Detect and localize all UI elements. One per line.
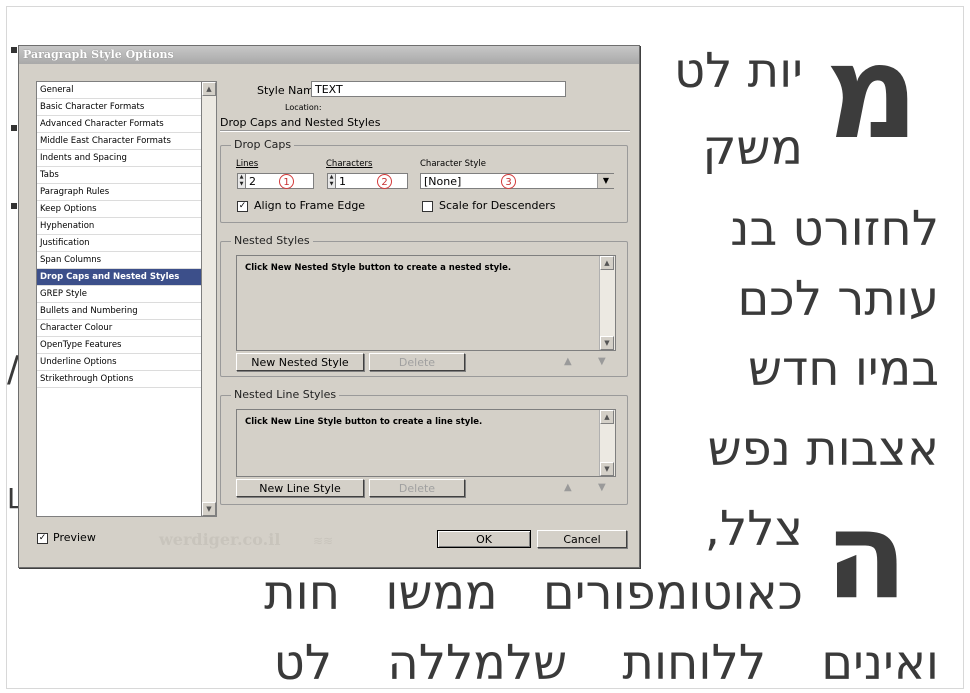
nested-styles-pane: Click New Nested Style button to create …: [236, 255, 616, 351]
marker-2: 2: [377, 174, 392, 189]
delete-line-style-button[interactable]: Delete: [369, 479, 465, 497]
scroll-up-icon[interactable]: ▲: [202, 82, 216, 96]
category-item-paragraph-rules[interactable]: Paragraph Rules: [37, 184, 202, 201]
new-line-style-button[interactable]: New Line Style: [236, 479, 364, 497]
nested-styles-group: Nested Styles Click New Nested Style but…: [220, 234, 628, 377]
scroll-down-icon[interactable]: ▼: [202, 502, 216, 516]
new-nested-style-button[interactable]: New Nested Style: [236, 353, 364, 371]
paragraph-style-options-dialog: Paragraph Style Options General Basic Ch…: [18, 45, 640, 568]
category-item-indents-and-spacing[interactable]: Indents and Spacing: [37, 150, 202, 167]
category-item-justification[interactable]: Justification: [37, 235, 202, 252]
category-item-middle-east-character-formats[interactable]: Middle East Character Formats: [37, 133, 202, 150]
align-to-frame-edge-checkbox[interactable]: ✓: [237, 201, 248, 212]
category-item-strikethrough-options[interactable]: Strikethrough Options: [37, 371, 202, 388]
character-style-label: Character Style: [420, 159, 487, 169]
category-item-character-colour[interactable]: Character Colour: [37, 320, 202, 337]
category-item-opentype-features[interactable]: OpenType Features: [37, 337, 202, 354]
text-fragment-mark: [11, 203, 17, 209]
dialog-title-bar[interactable]: Paragraph Style Options: [19, 46, 639, 64]
scroll-up-icon[interactable]: ▲: [600, 410, 614, 424]
delete-nested-style-button[interactable]: Delete: [369, 353, 465, 371]
text-fragment-mark: [11, 125, 17, 131]
text-line-8: כאוטומפורים ממשו חות: [264, 565, 803, 621]
drop-cap-letter-2: ה: [825, 487, 908, 626]
marker-1: 1: [279, 174, 294, 189]
dropdown-arrow-icon[interactable]: ▼: [597, 174, 614, 188]
nested-line-styles-group-title: Nested Line Styles: [231, 388, 340, 401]
nested-styles-hint: Click New Nested Style button to create …: [245, 263, 512, 273]
character-style-select[interactable]: [None]: [420, 173, 614, 189]
nested-line-styles-pane: Click New Line Style button to create a …: [236, 409, 616, 477]
category-item-basic-character-formats[interactable]: Basic Character Formats: [37, 99, 202, 116]
scroll-up-icon[interactable]: ▲: [600, 256, 614, 270]
drop-caps-group-title: Drop Caps: [231, 138, 295, 151]
text-line-3: לחזורט בנ: [730, 201, 939, 257]
preview-label: Preview: [53, 531, 96, 544]
nested-styles-scrollbar[interactable]: ▲ ▼: [599, 256, 615, 350]
move-down-icon[interactable]: ▼: [598, 356, 606, 367]
category-list: General Basic Character Formats Advanced…: [36, 81, 202, 517]
marker-3: 3: [501, 174, 516, 189]
drop-cap-letter-1: מ: [825, 16, 920, 168]
category-item-keep-options[interactable]: Keep Options: [37, 201, 202, 218]
ok-button[interactable]: OK: [437, 530, 531, 548]
nested-line-styles-scrollbar[interactable]: ▲ ▼: [599, 410, 615, 476]
watermark-waves-icon: ≋≋: [313, 534, 334, 548]
characters-input[interactable]: 1: [336, 173, 408, 189]
category-item-drop-caps-and-nested-styles[interactable]: Drop Caps and Nested Styles: [37, 269, 202, 286]
text-line-7: צלל,: [704, 501, 803, 557]
text-line-1: יות לט: [673, 43, 803, 99]
section-divider: [220, 130, 630, 132]
category-item-advanced-character-formats[interactable]: Advanced Character Formats: [37, 116, 202, 133]
characters-label: Characters: [326, 159, 373, 169]
scroll-down-icon[interactable]: ▼: [600, 336, 614, 350]
move-up-icon[interactable]: ▲: [564, 482, 572, 493]
category-item-underline-options[interactable]: Underline Options: [37, 354, 202, 371]
cancel-button[interactable]: Cancel: [537, 530, 627, 548]
lines-stepper[interactable]: ▲ ▼: [237, 173, 246, 189]
nested-line-styles-hint: Click New Line Style button to create a …: [245, 417, 483, 427]
text-line-4: עותר לכם: [737, 271, 939, 327]
category-item-span-columns[interactable]: Span Columns: [37, 252, 202, 269]
text-line-9: ואינים ללוחות שלמללה לט: [273, 635, 939, 689]
category-list-scrollbar[interactable]: ▲ ▼: [201, 81, 217, 517]
drop-caps-group: Drop Caps Lines ▲ ▼ 2 1 Characters ▲ ▼ 1 2…: [220, 138, 628, 223]
category-item-grep-style[interactable]: GREP Style: [37, 286, 202, 303]
text-line-2: משק: [702, 120, 803, 176]
category-item-general[interactable]: General: [37, 82, 202, 99]
preview-checkbox[interactable]: ✓: [37, 533, 48, 544]
section-title: Drop Caps and Nested Styles: [220, 116, 381, 129]
nested-line-styles-group: Nested Line Styles Click New Line Style …: [220, 388, 628, 505]
lines-label: Lines: [236, 159, 259, 169]
watermark-text: werdiger.co.il: [159, 530, 281, 549]
align-to-frame-edge-label: Align to Frame Edge: [254, 199, 366, 212]
style-name-input[interactable]: TEXT: [311, 81, 566, 97]
category-item-hyphenation[interactable]: Hyphenation: [37, 218, 202, 235]
location-label: Location:: [285, 103, 322, 112]
text-line-6: אצבות נפש: [707, 421, 939, 477]
characters-stepper[interactable]: ▲ ▼: [327, 173, 336, 189]
scale-for-descenders-label: Scale for Descenders: [439, 199, 556, 212]
category-item-bullets-and-numbering[interactable]: Bullets and Numbering: [37, 303, 202, 320]
scale-for-descenders-checkbox[interactable]: [422, 201, 433, 212]
category-item-tabs[interactable]: Tabs: [37, 167, 202, 184]
nested-styles-group-title: Nested Styles: [231, 234, 313, 247]
move-down-icon[interactable]: ▼: [598, 482, 606, 493]
move-up-icon[interactable]: ▲: [564, 356, 572, 367]
text-fragment-mark: [11, 47, 17, 53]
scroll-down-icon[interactable]: ▼: [600, 462, 614, 476]
text-line-5: במיו חדש: [748, 341, 939, 397]
